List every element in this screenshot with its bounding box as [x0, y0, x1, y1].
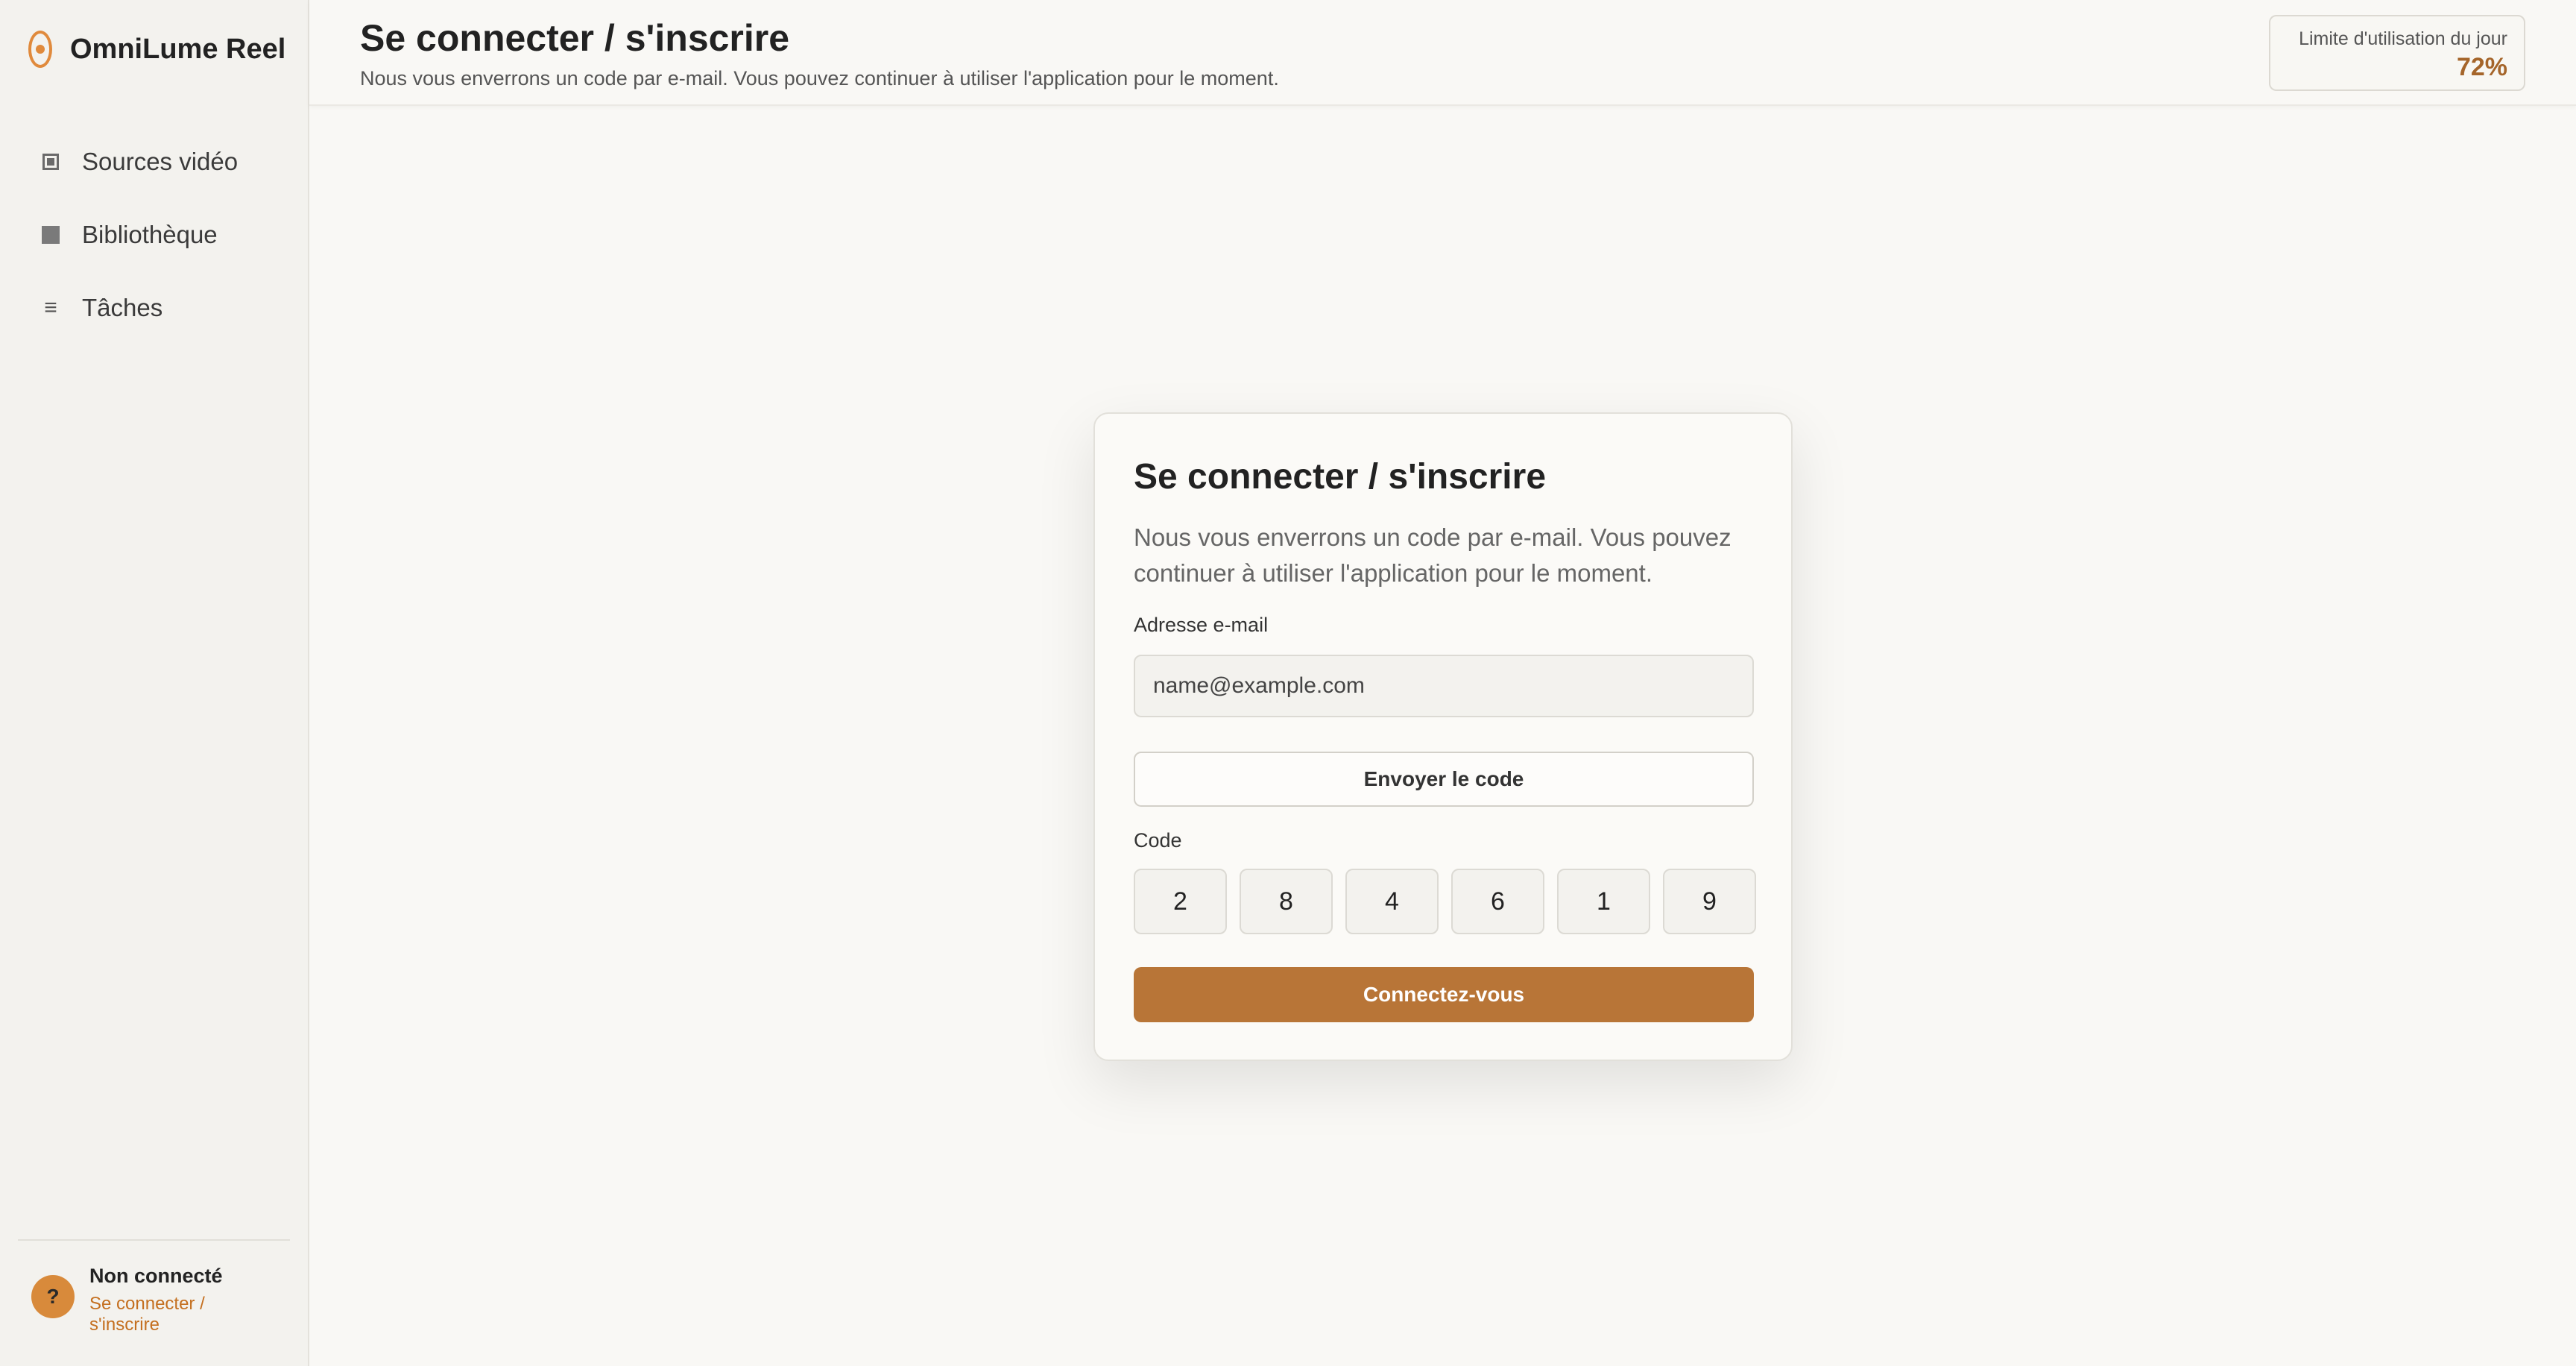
sidebar-item-taches[interactable]: ≡ Tâches — [0, 271, 308, 344]
user-text: Non connecté Se connecter / s'inscrire — [89, 1265, 239, 1335]
user-block: ? Non connecté Se connecter / s'inscrire — [31, 1265, 239, 1335]
sidebar-item-sources-video[interactable]: Sources vidéo — [0, 125, 308, 198]
sidebar-item-label: Bibliothèque — [82, 221, 218, 248]
card-title: Se connecter / s'inscrire — [1134, 457, 1547, 497]
code-digit-input[interactable] — [1451, 869, 1544, 934]
send-code-button[interactable]: Envoyer le code — [1134, 752, 1754, 807]
page-header: Se connecter / s'inscrire Nous vous enve… — [309, 0, 2576, 106]
email-field[interactable] — [1134, 655, 1754, 717]
code-digit-input[interactable] — [1134, 869, 1227, 934]
sidebar-divider — [18, 1239, 290, 1241]
user-status: Non connecté — [89, 1265, 223, 1287]
usage-limit-value: 72% — [2456, 53, 2507, 81]
app-name: OmniLume Reel — [70, 33, 286, 65]
sign-in-link[interactable]: Se connecter / s'inscrire — [89, 1294, 239, 1335]
code-digit-input[interactable] — [1663, 869, 1756, 934]
page-title: Se connecter / s'inscrire — [360, 17, 790, 59]
code-label: Code — [1134, 829, 1182, 852]
usage-limit-label: Limite d'utilisation du jour — [2299, 28, 2507, 49]
login-button[interactable]: Connectez-vous — [1134, 967, 1754, 1022]
card-description: Nous vous enverrons un code par e-mail. … — [1134, 523, 1731, 587]
avatar[interactable]: ? — [31, 1275, 75, 1318]
sidebar-item-bibliotheque[interactable]: Bibliothèque — [0, 198, 308, 271]
code-digit-input[interactable] — [1345, 869, 1439, 934]
library-icon — [40, 226, 61, 244]
app-logo-icon — [28, 31, 52, 68]
brand[interactable]: OmniLume Reel — [28, 27, 285, 72]
tasks-icon: ≡ — [44, 295, 57, 320]
login-card: Se connecter / s'inscrire Nous vous enve… — [1093, 412, 1793, 1061]
sidebar-item-label: Tâches — [82, 294, 163, 321]
sidebar: OmniLume Reel Sources vidéo Bibliothèque… — [0, 0, 309, 1366]
code-input-group — [1134, 869, 1756, 934]
code-digit-input[interactable] — [1240, 869, 1333, 934]
sidebar-nav: Sources vidéo Bibliothèque ≡ Tâches — [0, 125, 308, 344]
page-subtitle: Nous vous enverrons un code par e-mail. … — [360, 67, 1279, 89]
sidebar-item-label: Sources vidéo — [82, 148, 239, 175]
usage-limit-box: Limite d'utilisation du jour 72% — [2269, 15, 2525, 91]
code-digit-input[interactable] — [1557, 869, 1650, 934]
video-source-icon — [40, 154, 61, 170]
email-label: Adresse e-mail — [1134, 614, 1269, 636]
